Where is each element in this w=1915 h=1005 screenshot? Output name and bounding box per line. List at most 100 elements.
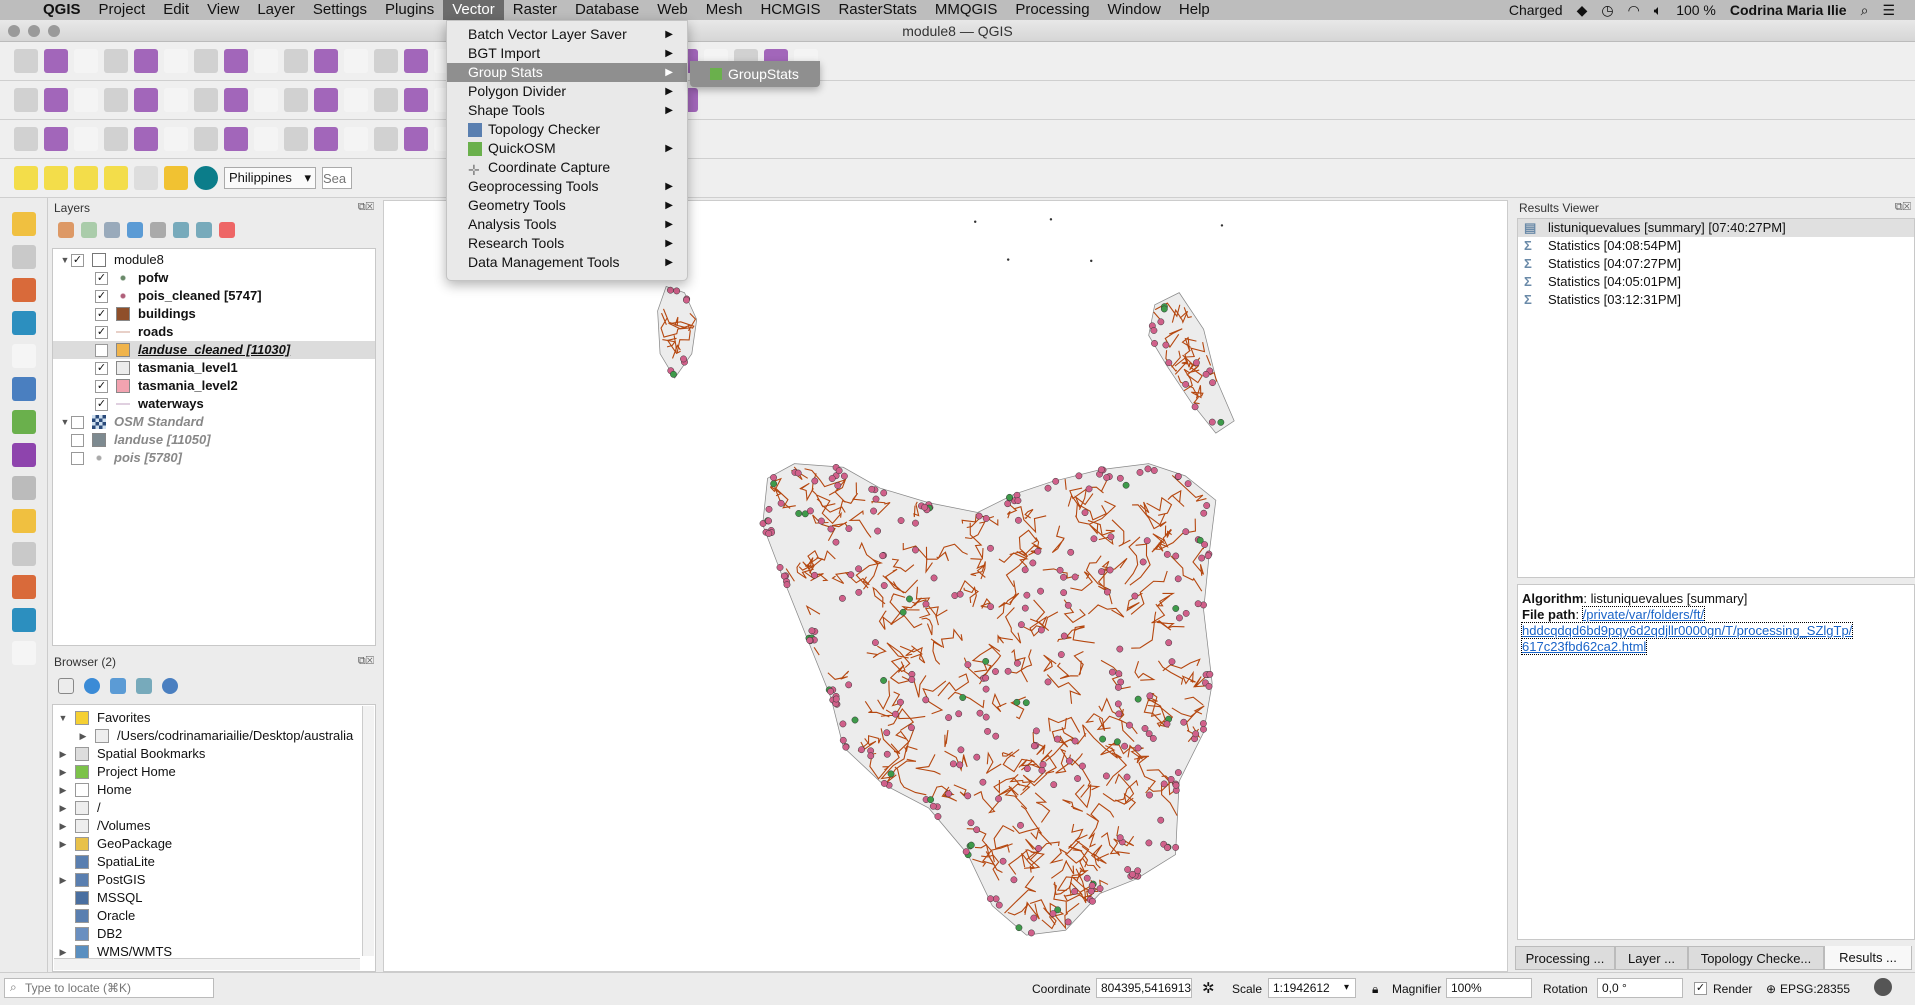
browser-item[interactable]: Oracle bbox=[53, 907, 375, 925]
browser-item[interactable]: ▶ /Users/codrinamariailie/Desktop/austral… bbox=[53, 727, 375, 745]
menu-item-quickosm[interactable]: QuickOSM ▶ bbox=[447, 139, 687, 158]
delete-selected-icon[interactable] bbox=[194, 88, 218, 112]
menu-view[interactable]: View bbox=[198, 0, 248, 20]
spotlight-icon[interactable]: ⌕ bbox=[1861, 2, 1869, 19]
plugin-route-icon[interactable] bbox=[164, 166, 188, 190]
menu-edit[interactable]: Edit bbox=[154, 0, 198, 20]
remove-layer-icon[interactable] bbox=[219, 222, 235, 238]
menu-vector[interactable]: Vector bbox=[443, 0, 504, 20]
menu-item-polygon-divider[interactable]: Polygon Divider ▶ bbox=[447, 82, 687, 101]
copy-icon[interactable] bbox=[254, 88, 278, 112]
time-machine-icon[interactable]: ◷ bbox=[1601, 2, 1613, 19]
browser-item[interactable]: ▶ /Volumes bbox=[53, 817, 375, 835]
menu-item-research-tools[interactable]: Research Tools ▶ bbox=[447, 234, 687, 253]
layer-item[interactable]: ✓ buildings bbox=[53, 305, 375, 323]
add-group-icon[interactable] bbox=[81, 222, 97, 238]
rotation-spinbox[interactable]: 0,0 ° bbox=[1597, 978, 1683, 998]
layer-item[interactable]: ✓ pois_cleaned [5747] bbox=[53, 287, 375, 305]
geocoder-search-icon[interactable] bbox=[194, 166, 218, 190]
layer-visibility-checkbox[interactable]: ✓ bbox=[95, 379, 108, 393]
browser-item[interactable]: ▶ Project Home bbox=[53, 763, 375, 781]
filter-icon[interactable] bbox=[110, 678, 126, 694]
panel-float-close-icons[interactable]: ⧉☒ bbox=[1895, 201, 1911, 214]
collapse-all-icon[interactable] bbox=[196, 222, 212, 238]
layer-item[interactable]: ✓ pofw bbox=[53, 269, 375, 287]
expand-arrow-icon[interactable]: ▶ bbox=[57, 781, 69, 799]
zoom-out-icon[interactable] bbox=[284, 49, 308, 73]
add-mesh-layer-icon[interactable] bbox=[12, 278, 36, 302]
plugin-icon[interactable] bbox=[224, 127, 248, 151]
pan-icon[interactable] bbox=[194, 49, 218, 73]
filepath-link-3[interactable]: 617c23fbd62ca2.html bbox=[1520, 638, 1648, 655]
layer-item[interactable]: ✓ tasmania_level1 bbox=[53, 359, 375, 377]
expand-arrow-icon[interactable]: ▼ bbox=[59, 413, 71, 431]
pan-to-selection-icon[interactable] bbox=[224, 49, 248, 73]
notification-center-icon[interactable]: ☰ bbox=[1882, 2, 1895, 19]
coordinate-capture-icon[interactable] bbox=[12, 641, 36, 665]
add-postgis-icon[interactable] bbox=[12, 410, 36, 434]
plugin-icon[interactable] bbox=[134, 127, 158, 151]
undo-icon[interactable] bbox=[314, 88, 338, 112]
menu-web[interactable]: Web bbox=[648, 0, 697, 20]
layer-item[interactable]: landuse_cleaned [11030] bbox=[53, 341, 375, 359]
menu-rasterstats[interactable]: RasterStats bbox=[829, 0, 925, 20]
redo-icon[interactable] bbox=[344, 88, 368, 112]
expand-arrow-icon[interactable]: ▶ bbox=[57, 817, 69, 835]
locator-input[interactable] bbox=[4, 978, 214, 998]
tab-processing[interactable]: Processing ... bbox=[1515, 946, 1615, 970]
menu-item-bgt-import[interactable]: BGT Import ▶ bbox=[447, 44, 687, 63]
tab-topology-checker[interactable]: Topology Checke... bbox=[1688, 946, 1824, 970]
add-wcs-icon[interactable] bbox=[12, 509, 36, 533]
result-item[interactable]: Σ Statistics [04:07:27PM] bbox=[1518, 255, 1914, 273]
result-item[interactable]: Σ Statistics [03:12:31PM] bbox=[1518, 291, 1914, 309]
zoom-in-icon[interactable] bbox=[254, 49, 278, 73]
plugin-icon[interactable] bbox=[284, 127, 308, 151]
filepath-link-2[interactable]: hddcqdqd6bd9pqy6d2qdjllr0000gn/T/process… bbox=[1520, 622, 1854, 639]
add-selected-layers-icon[interactable] bbox=[58, 678, 74, 694]
menu-layer[interactable]: Layer bbox=[248, 0, 304, 20]
info-icon[interactable] bbox=[162, 678, 178, 694]
collapse-arrow-icon[interactable]: ▼ bbox=[57, 709, 69, 727]
visibility-icon[interactable] bbox=[104, 222, 120, 238]
python-console-icon[interactable] bbox=[104, 127, 128, 151]
toggle-editing-icon[interactable] bbox=[44, 88, 68, 112]
zoom-selection-icon[interactable] bbox=[344, 49, 368, 73]
browser-item[interactable]: ▶ PostGIS bbox=[53, 871, 375, 889]
result-item[interactable]: ▤ listuniquevalues [summary] [07:40:27PM] bbox=[1518, 219, 1914, 237]
menu-item-topology-checker[interactable]: Topology Checker bbox=[447, 120, 687, 139]
coordinate-field[interactable]: 804395,5416913 bbox=[1096, 978, 1192, 998]
zoom-full-icon[interactable] bbox=[314, 49, 338, 73]
add-vector-layer-icon[interactable] bbox=[12, 212, 36, 236]
result-item[interactable]: Σ Statistics [04:05:01PM] bbox=[1518, 273, 1914, 291]
plugin-icon[interactable] bbox=[164, 127, 188, 151]
layer-visibility-checkbox[interactable]: ✓ bbox=[71, 253, 84, 267]
collapse-all-icon[interactable] bbox=[136, 678, 152, 694]
pin-labels-icon[interactable] bbox=[404, 88, 428, 112]
paste-icon[interactable] bbox=[284, 88, 308, 112]
snapping-icon[interactable] bbox=[74, 127, 98, 151]
map-canvas[interactable] bbox=[383, 200, 1508, 972]
chevron-down-icon[interactable]: ▾ bbox=[1344, 982, 1349, 993]
browser-item[interactable]: MSSQL bbox=[53, 889, 375, 907]
current-edits-icon[interactable] bbox=[14, 88, 38, 112]
menu-hcmgis[interactable]: HCMGIS bbox=[751, 0, 829, 20]
crs-globe-icon[interactable]: ⊕ bbox=[1766, 982, 1776, 996]
menu-mmqgis[interactable]: MMQGIS bbox=[926, 0, 1007, 20]
select-by-location-icon[interactable] bbox=[104, 166, 128, 190]
cut-icon[interactable] bbox=[224, 88, 248, 112]
new-project-icon[interactable] bbox=[14, 49, 38, 73]
refresh-icon[interactable] bbox=[84, 678, 100, 694]
georeferencer-icon[interactable] bbox=[12, 575, 36, 599]
layer-visibility-checkbox[interactable] bbox=[71, 433, 84, 447]
add-feature-icon[interactable] bbox=[104, 88, 128, 112]
layer-visibility-checkbox[interactable]: ✓ bbox=[95, 307, 108, 321]
add-wfs-icon[interactable] bbox=[12, 476, 36, 500]
menu-item-analysis-tools[interactable]: Analysis Tools ▶ bbox=[447, 215, 687, 234]
deselect-icon[interactable] bbox=[74, 166, 98, 190]
browser-item[interactable]: DB2 bbox=[53, 925, 375, 943]
plugin-icon[interactable] bbox=[374, 127, 398, 151]
layer-item[interactable]: ✓ waterways bbox=[53, 395, 375, 413]
layer-visibility-checkbox[interactable] bbox=[71, 451, 84, 465]
filter-legend-icon[interactable] bbox=[127, 222, 143, 238]
geocoder-search-input[interactable] bbox=[322, 167, 352, 189]
